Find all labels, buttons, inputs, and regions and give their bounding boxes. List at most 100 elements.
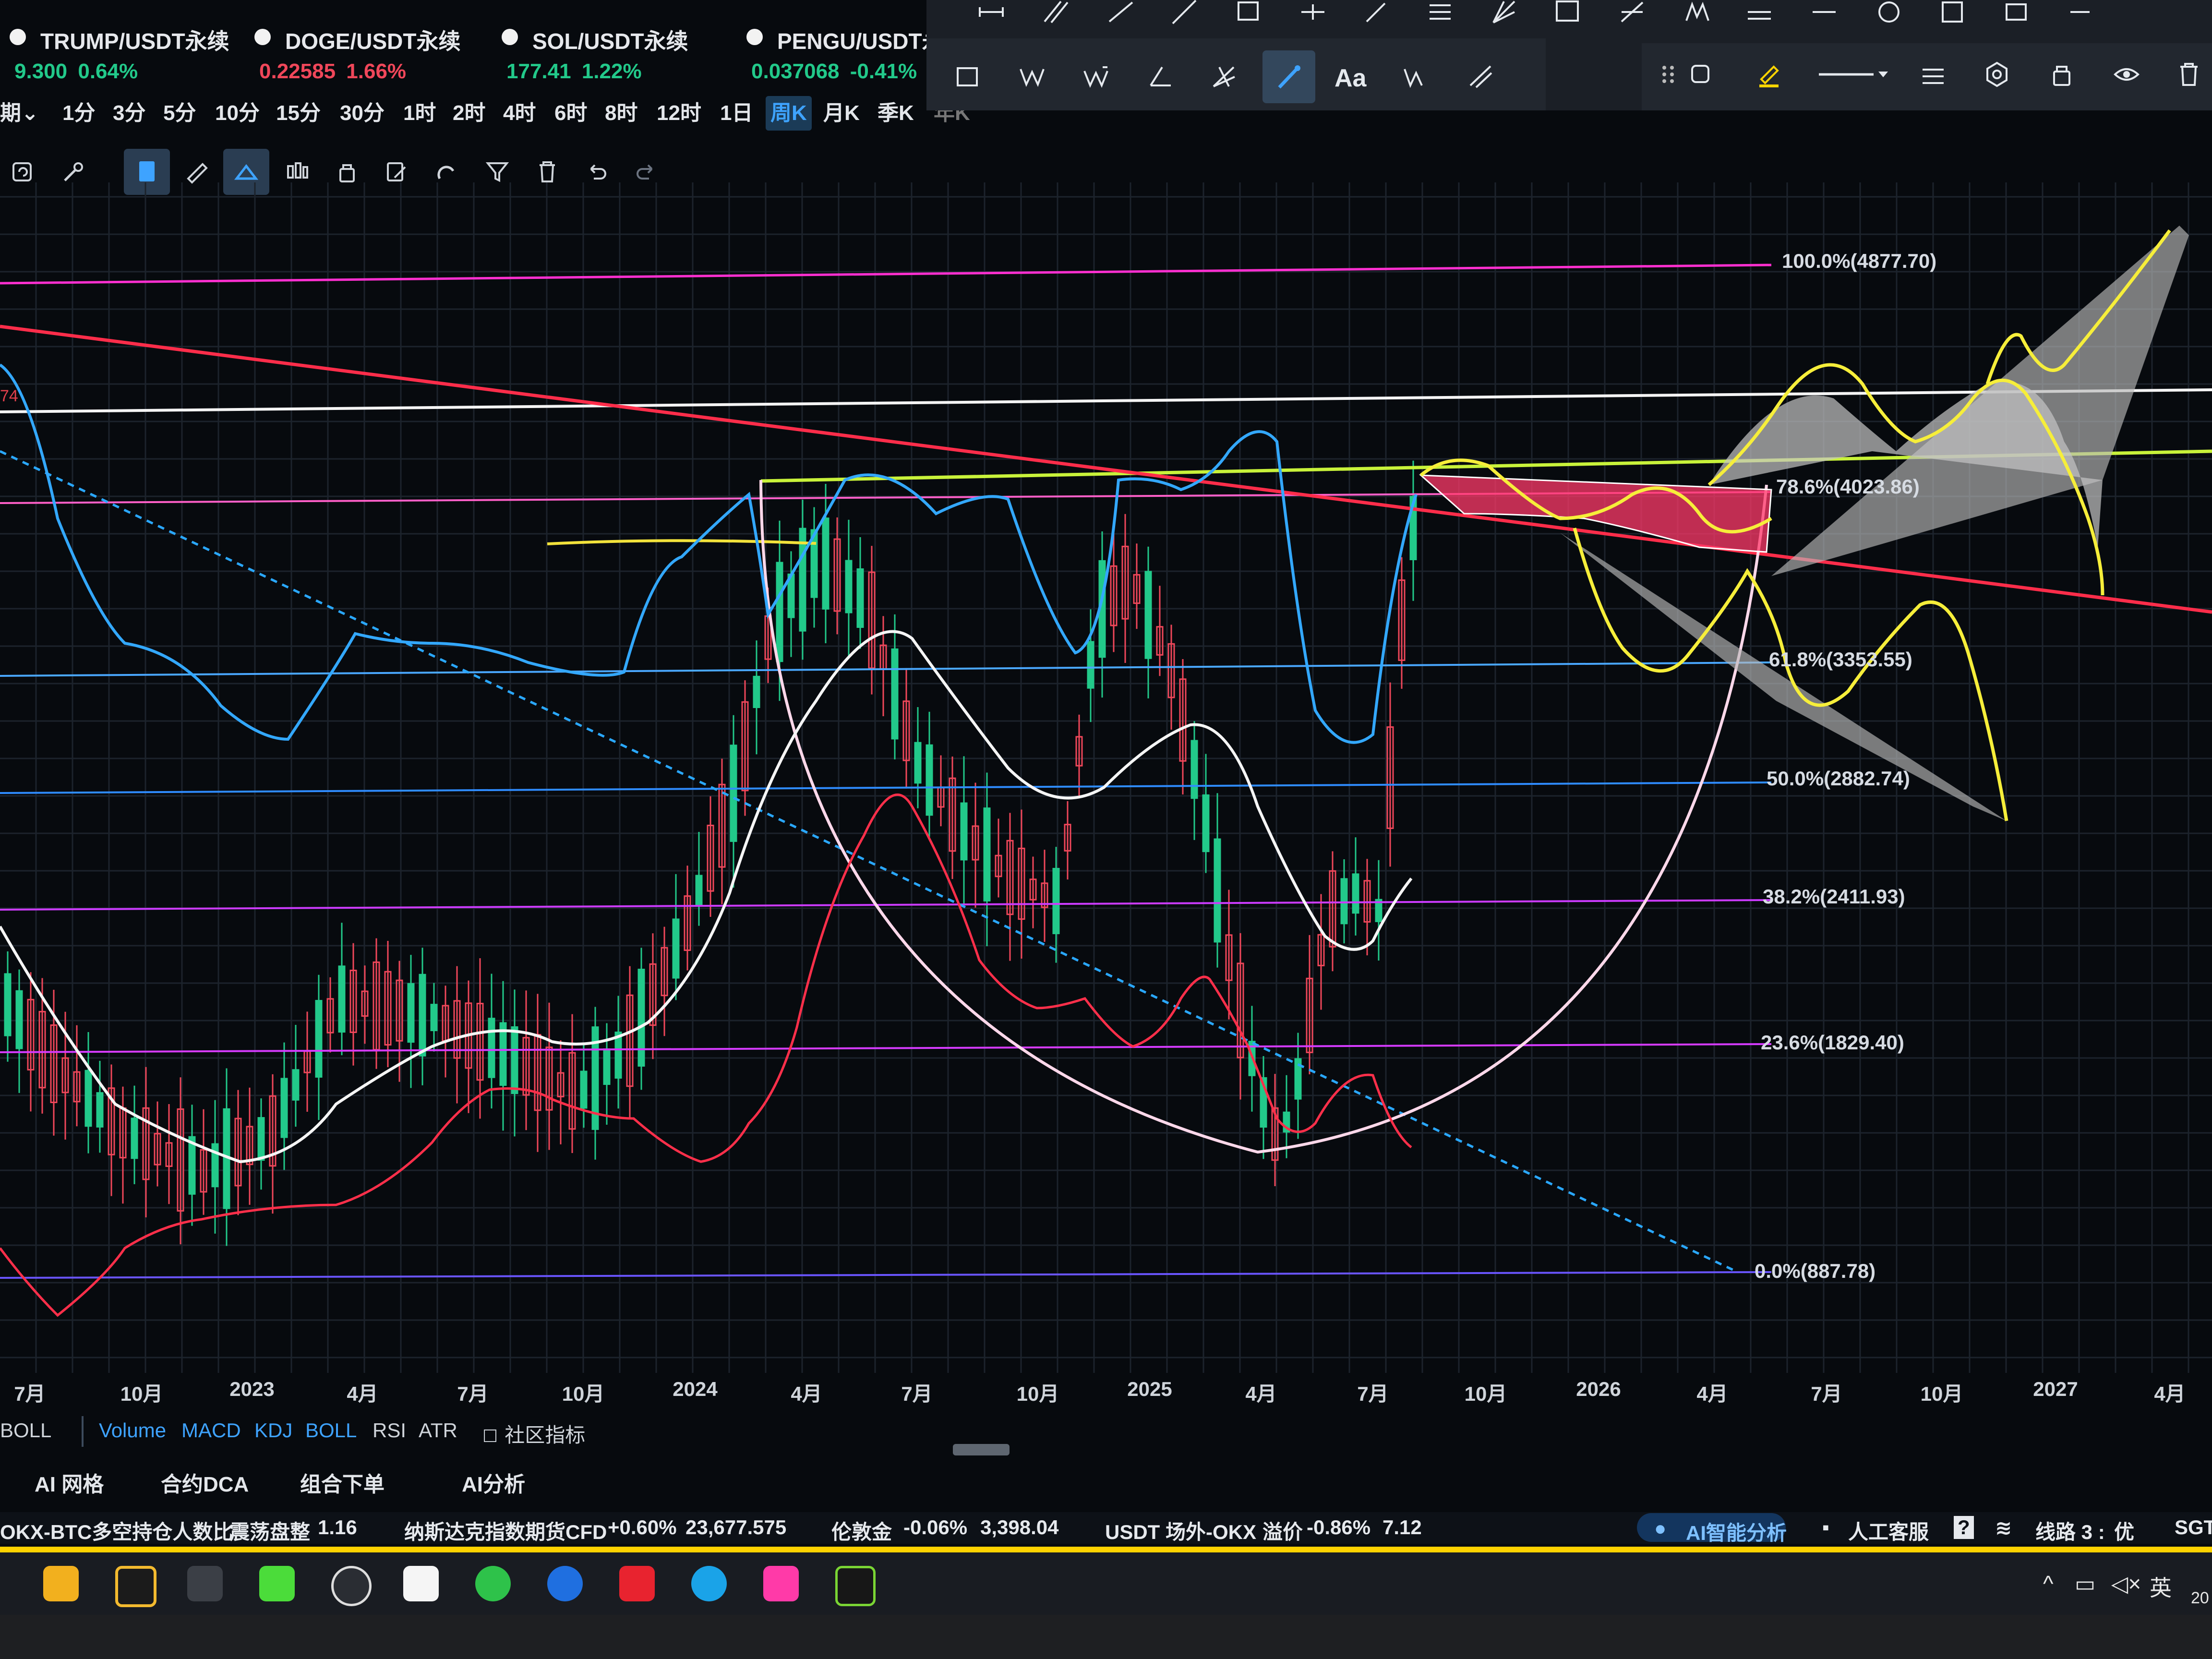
boll-middle-band[interactable] [0, 630, 1413, 1164]
highlighter-icon[interactable] [1743, 48, 1795, 101]
tf-1d[interactable]: 1日 [720, 96, 753, 131]
lock-drawing-icon[interactable] [2035, 48, 2088, 101]
horizontal-ray-icon[interactable] [965, 0, 1018, 38]
gann-box-icon[interactable] [1541, 0, 1594, 38]
nasdaq-label[interactable]: 纳斯达克指数期货CFD [404, 1516, 607, 1545]
price-range-icon[interactable] [1990, 0, 2043, 38]
tf-4h[interactable]: 4时 [503, 96, 536, 131]
chart-canvas[interactable] [0, 182, 2212, 1411]
date-range-icon[interactable] [2054, 0, 2106, 38]
tf-3m[interactable]: 3分 [113, 96, 145, 131]
line-width-icon[interactable] [1907, 48, 1960, 101]
ticker-sol[interactable]: SOL/USDT永续 177.41 1.22% [502, 19, 722, 91]
network-icon[interactable]: ▭ [2075, 1571, 2095, 1597]
usdt-otc-label[interactable]: USDT 场外-OKX [1105, 1516, 1256, 1545]
tf-1h[interactable]: 1时 [403, 96, 436, 131]
tf-15m[interactable]: 15分 [276, 96, 321, 131]
yellow-marker[interactable] [547, 539, 817, 545]
rectangle-top-icon[interactable] [1222, 0, 1274, 38]
curve-tool-icon[interactable] [1798, 0, 1851, 38]
feature-combo-order[interactable]: 组合下单 [300, 1467, 385, 1498]
browser-icon[interactable] [331, 1566, 372, 1606]
fib-line-236[interactable] [0, 1043, 1772, 1053]
tray-caret-icon[interactable]: ^ [2043, 1571, 2054, 1597]
green-app-icon[interactable] [259, 1566, 295, 1601]
brush-tool-icon[interactable] [1262, 50, 1315, 103]
wps-icon[interactable] [619, 1566, 655, 1601]
delete-drawing-icon[interactable] [2163, 48, 2212, 101]
wave-count-icon[interactable] [1390, 50, 1443, 103]
community-indicators-link[interactable]: ☐ 社区指标 [482, 1419, 585, 1448]
kugou-icon[interactable] [547, 1566, 583, 1601]
file-explorer-icon[interactable] [43, 1566, 79, 1601]
descending-trendline[interactable] [0, 325, 2212, 614]
tf-12h[interactable]: 12时 [657, 96, 701, 131]
tf-5m[interactable]: 5分 [163, 96, 196, 131]
binance-icon[interactable] [115, 1566, 156, 1607]
tf-1m[interactable]: 1分 [62, 96, 95, 131]
arrow-line-icon[interactable] [1350, 0, 1403, 38]
clock[interactable]: 20 [2191, 1589, 2209, 1608]
timezone-label[interactable]: SGT [2175, 1516, 2212, 1539]
circle-tool-icon[interactable] [1863, 0, 1915, 38]
feature-ai-grid[interactable]: AI 网格 [35, 1467, 104, 1498]
line-style-dropdown[interactable] [1805, 48, 1901, 101]
boll-lower-band[interactable] [0, 793, 1412, 1317]
route-label[interactable]: 线路 3 : [2035, 1516, 2105, 1545]
trend-line-icon[interactable] [1094, 0, 1147, 38]
black-green-app-icon[interactable] [835, 1566, 876, 1606]
help-icon[interactable]: ? [1954, 1516, 1974, 1539]
visibility-eye-icon[interactable] [2100, 48, 2153, 101]
fib-line-0[interactable] [0, 1271, 1772, 1279]
edge-icon[interactable] [691, 1566, 727, 1601]
gold-label[interactable]: 伦敦金 [831, 1516, 892, 1545]
tf-6h[interactable]: 6时 [554, 96, 587, 131]
indicator-tab-kdj[interactable]: KDJ [254, 1419, 292, 1442]
ticker-pengu[interactable]: PENGU/USDT永 0.037068 -0.41% [746, 19, 944, 91]
fan-tool-icon[interactable] [1198, 50, 1250, 103]
parallel-channel-icon[interactable] [1030, 0, 1082, 38]
eraser-lines-icon[interactable] [1455, 50, 1507, 103]
current-indicator[interactable]: BOLL [0, 1419, 51, 1442]
tf-period-dropdown[interactable]: 期⌄ [0, 96, 39, 131]
price-chart[interactable]: 74 100.0%(4877.70) 78.6%(4023.86) 61.8%(… [0, 182, 2212, 1411]
tf-week[interactable]: 周K [766, 96, 812, 131]
fib-line-100[interactable] [0, 264, 1772, 285]
xabcd-pattern-icon[interactable] [1006, 50, 1058, 103]
indicator-tab-boll[interactable]: BOLL [305, 1419, 357, 1442]
ticker-trump[interactable]: TRUMP/USDT永续 9.300 0.64% [10, 19, 230, 91]
indicator-tab-volume[interactable]: Volume [99, 1419, 166, 1442]
angle-tool-icon[interactable] [1134, 50, 1187, 103]
ticker-doge[interactable]: DOGE/USDT永续 0.22585 1.66% [254, 19, 475, 91]
volume-icon[interactable]: ◁× [2111, 1571, 2141, 1597]
cross-line-icon[interactable] [1286, 0, 1339, 38]
tf-30m[interactable]: 30分 [340, 96, 385, 131]
pane-resize-handle[interactable] [953, 1444, 1010, 1455]
fib-tool-icon[interactable] [1606, 0, 1659, 38]
chat-icon[interactable]: ▪ [1822, 1516, 1829, 1539]
okx-app-icon[interactable] [187, 1566, 223, 1601]
pitchfork-icon[interactable] [1478, 0, 1530, 38]
indicator-tab-rsi[interactable]: RSI [373, 1419, 406, 1442]
notepad-icon[interactable] [403, 1566, 439, 1601]
ray-line-icon[interactable] [1158, 0, 1211, 38]
rectangle-icon[interactable] [941, 50, 994, 103]
feature-ai-analysis[interactable]: AI分析 [462, 1467, 525, 1498]
template-icon[interactable] [1675, 48, 1728, 101]
wave-pattern-icon[interactable] [1070, 50, 1122, 103]
tf-month[interactable]: 月K [823, 96, 860, 131]
indicator-tab-atr[interactable]: ATR [419, 1419, 457, 1442]
wechat-icon[interactable] [475, 1566, 511, 1601]
text-tool-icon[interactable]: Aa [1326, 50, 1379, 103]
feature-dca[interactable]: 合约DCA [161, 1467, 249, 1498]
ime-indicator[interactable]: 英 [2150, 1571, 2172, 1602]
indicator-tab-macd[interactable]: MACD [181, 1419, 241, 1442]
tf-2h[interactable]: 2时 [453, 96, 485, 131]
pattern-tool-icon[interactable] [1671, 0, 1723, 38]
tf-8h[interactable]: 8时 [605, 96, 637, 131]
fib-line-50[interactable] [0, 781, 1772, 794]
multi-line-icon[interactable] [1414, 0, 1467, 38]
elliott-tool-icon[interactable] [1733, 0, 1786, 38]
tf-quarter[interactable]: 季K [878, 96, 914, 131]
pink-app-icon[interactable] [763, 1566, 799, 1601]
